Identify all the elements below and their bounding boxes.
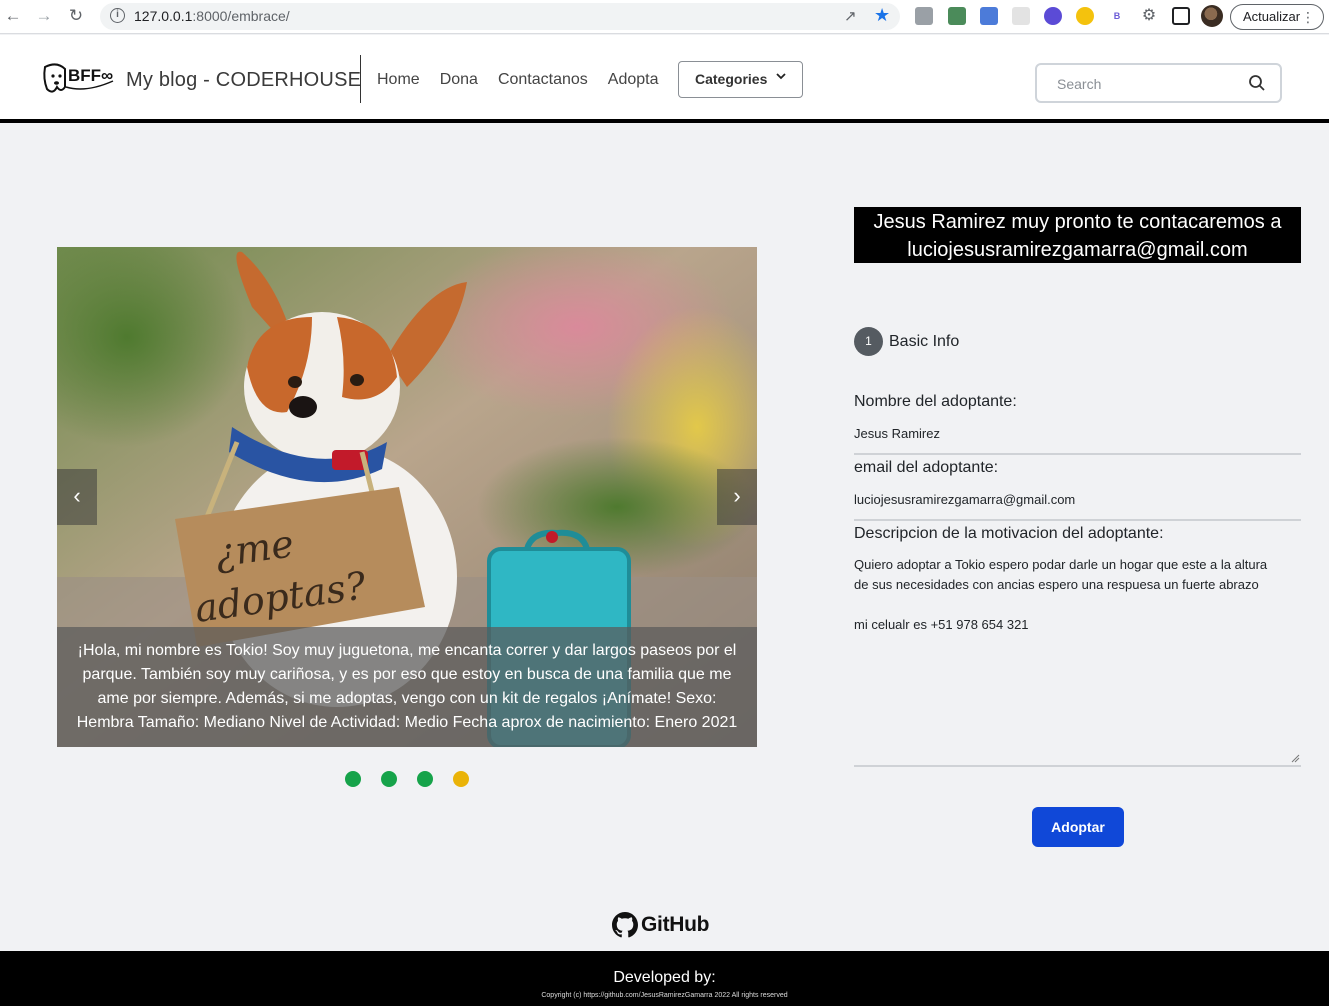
- resize-grip-icon[interactable]: [1290, 753, 1300, 763]
- bff-logo[interactable]: BFF∞: [41, 57, 115, 99]
- pet-carousel: ¿me adoptas? ¡Hola, mi nombre es Tokio! …: [57, 247, 757, 747]
- github-link[interactable]: GitHub: [612, 911, 709, 939]
- nav-link-dona[interactable]: Dona: [440, 71, 478, 89]
- step-label: Basic Info: [889, 332, 960, 350]
- address-bar[interactable]: i 127.0.0.1:8000/embrace/ ↗ ★: [100, 3, 900, 30]
- translate-extension-icon[interactable]: [980, 7, 998, 25]
- nav-links: Home Dona Contactanos Adopta: [377, 71, 679, 89]
- motivation-line: mi celualr es +51 978 654 321: [854, 617, 1029, 632]
- categories-dropdown[interactable]: Categories: [678, 61, 803, 98]
- profile-avatar[interactable]: [1201, 5, 1223, 27]
- share-icon[interactable]: ↗: [844, 7, 857, 25]
- github-icon: [612, 912, 638, 938]
- search-box: [1035, 63, 1282, 103]
- chevron-down-icon: [776, 73, 786, 80]
- motivation-line: de sus necesidades con ancias espero una…: [854, 577, 1259, 592]
- confirmation-banner: Jesus Ramirez muy pronto te contacaremos…: [854, 207, 1301, 263]
- carousel-indicator-active[interactable]: [453, 771, 469, 787]
- step-indicator: 1 Basic Info: [854, 327, 959, 356]
- nav-link-adopta[interactable]: Adopta: [608, 71, 659, 89]
- site-info-icon[interactable]: i: [110, 8, 125, 23]
- brand-divider: [360, 55, 361, 103]
- bookmark-star-icon[interactable]: ★: [874, 5, 890, 26]
- carousel-indicator[interactable]: [417, 771, 433, 787]
- email-label: email del adoptante:: [854, 459, 999, 476]
- motivation-textarea[interactable]: Quiero adoptar a Tokio espero podar darl…: [854, 555, 1301, 767]
- copyright-text: Copyright (c) https://github.com/JesusRa…: [541, 992, 788, 999]
- nav-link-home[interactable]: Home: [377, 71, 420, 89]
- extension-icon[interactable]: [1044, 7, 1062, 25]
- menu-dots-icon[interactable]: ⋮: [1301, 5, 1315, 29]
- chevron-right-icon: ›: [733, 483, 741, 508]
- carousel-next-button[interactable]: ›: [717, 469, 757, 525]
- carousel-indicator[interactable]: [345, 771, 361, 787]
- nav-link-contactanos[interactable]: Contactanos: [498, 71, 588, 89]
- side-panel-icon[interactable]: [1172, 7, 1190, 25]
- forward-arrow-icon[interactable]: →: [33, 5, 55, 27]
- carousel-prev-button[interactable]: ‹: [57, 469, 97, 525]
- carousel-indicator[interactable]: [381, 771, 397, 787]
- extension-icon[interactable]: [948, 7, 966, 25]
- adopt-button[interactable]: Adoptar: [1032, 807, 1124, 847]
- categories-label: Categories: [695, 71, 768, 87]
- carousel-caption: ¡Hola, mi nombre es Tokio! Soy muy jugue…: [57, 627, 757, 747]
- motivation-line: Quiero adoptar a Tokio espero podar darl…: [854, 557, 1268, 572]
- name-field[interactable]: Jesus Ramirez: [854, 426, 1301, 455]
- step-number: 1: [854, 327, 883, 356]
- github-label: GitHub: [641, 913, 710, 936]
- extension-icon[interactable]: B: [1108, 7, 1126, 25]
- site-footer: Developed by: Copyright (c) https://gith…: [0, 951, 1329, 1006]
- extension-icon[interactable]: [1076, 7, 1094, 25]
- back-arrow-icon[interactable]: ←: [2, 5, 24, 27]
- logo-text: BFF∞: [68, 66, 113, 85]
- search-input[interactable]: [1057, 75, 1237, 93]
- update-label: Actualizar: [1243, 9, 1301, 24]
- name-label: Nombre del adoptante:: [854, 393, 1017, 410]
- chevron-left-icon: ‹: [73, 483, 81, 508]
- developed-by: Developed by:: [613, 969, 716, 986]
- motivation-label: Descripcion de la motivacion del adoptan…: [854, 525, 1164, 542]
- email-field[interactable]: luciojesusramirezgamarra@gmail.com: [854, 492, 1301, 521]
- reload-icon[interactable]: ↻: [65, 5, 87, 27]
- url-path: :8000/embrace/: [192, 8, 290, 24]
- extensions-puzzle-icon[interactable]: ⚙: [1140, 7, 1158, 25]
- search-icon[interactable]: [1248, 74, 1266, 92]
- site-navbar: BFF∞ My blog - CODERHOUSE Home Dona Cont…: [0, 35, 1329, 123]
- update-button[interactable]: Actualizar ⋮: [1230, 4, 1324, 30]
- url-host: 127.0.0.1: [134, 8, 193, 24]
- extension-icon[interactable]: [1012, 7, 1030, 25]
- motivation-line: [854, 595, 1301, 615]
- browser-toolbar: ← → ↻ i 127.0.0.1:8000/embrace/ ↗ ★ B ⚙ …: [0, 0, 1329, 34]
- address-url[interactable]: 127.0.0.1:8000/embrace/: [134, 8, 290, 24]
- brand-title[interactable]: My blog - CODERHOUSE: [126, 69, 361, 92]
- extension-icon[interactable]: [915, 7, 933, 25]
- carousel-indicators: [345, 771, 469, 787]
